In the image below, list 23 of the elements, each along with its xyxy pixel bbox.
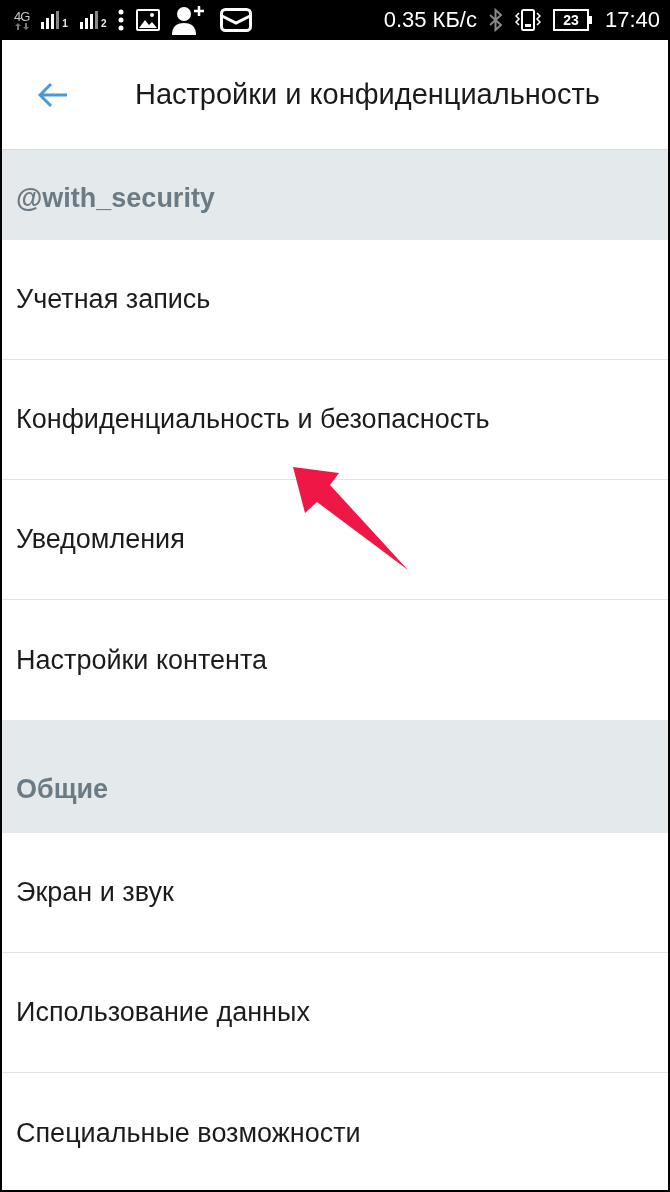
dots-icon (118, 9, 125, 31)
signal-icon (79, 11, 100, 29)
section-title: Общие (16, 774, 109, 805)
sim-number: 2 (100, 19, 107, 29)
bluetooth-icon (488, 8, 503, 32)
clock-time: 17:40 (604, 7, 660, 33)
network-speed: 0.35 КБ/с (383, 7, 477, 33)
mail-icon (220, 8, 253, 32)
settings-item[interactable]: Экран и звук (2, 833, 668, 953)
data-arrows-icon (14, 23, 29, 30)
image-icon (136, 9, 161, 31)
settings-item[interactable]: Использование данных (2, 953, 668, 1073)
battery-indicator: 23 (552, 9, 593, 31)
sim-number: 1 (62, 19, 68, 29)
signal-icon (41, 11, 62, 29)
settings-item[interactable]: Учетная запись (2, 240, 668, 360)
vibrate-icon (514, 8, 541, 32)
section-title: @with_security (16, 183, 215, 214)
back-arrow-icon (38, 81, 68, 108)
settings-item[interactable]: Специальные возможности (2, 1073, 668, 1190)
network-type: 4G (14, 10, 30, 23)
screen-title: Настройки и конфиденциальность (135, 78, 600, 111)
settings-item[interactable]: Настройки контента (2, 600, 668, 720)
